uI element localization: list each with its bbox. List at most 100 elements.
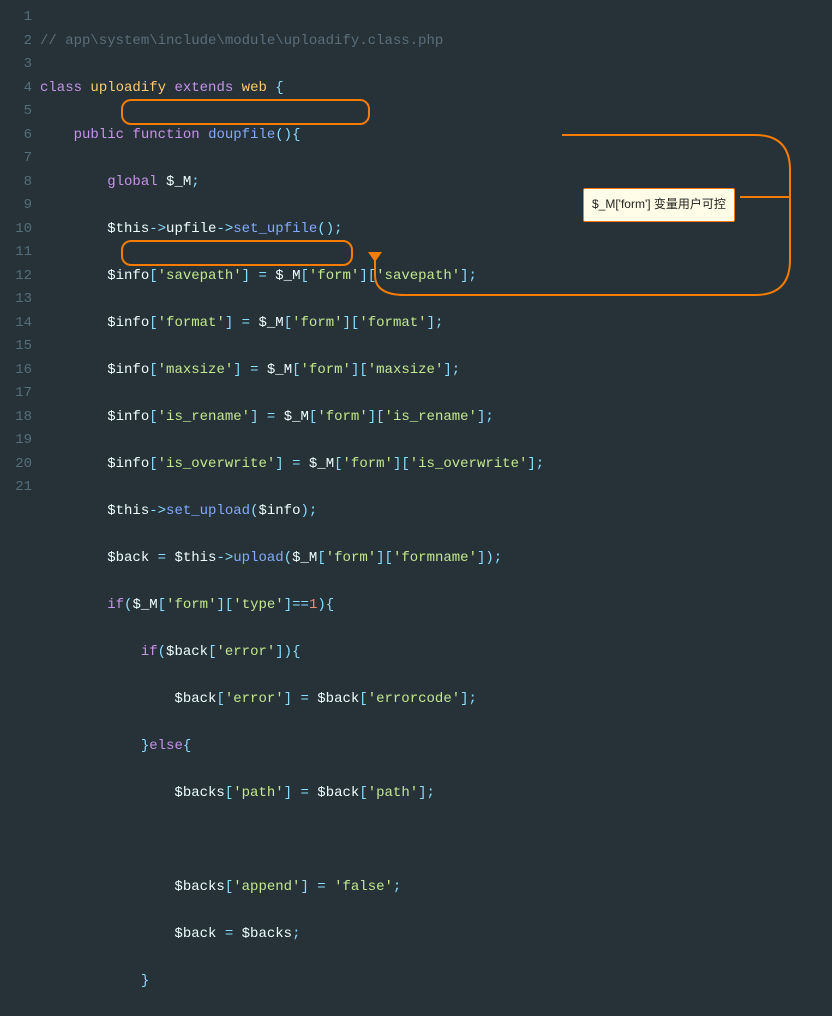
line-number: 21 xyxy=(0,476,32,500)
key: 'type' xyxy=(233,597,283,613)
key: 'savepath' xyxy=(158,268,242,284)
code-line: // app\system\include\module\uploadify.c… xyxy=(40,30,544,54)
comment: // app\system\include\module\uploadify.c… xyxy=(40,33,443,49)
function-name: doupfile xyxy=(208,127,275,143)
code-line: if($_M['form']['type']==1){ xyxy=(40,594,544,618)
code-line: $back = $this->upload($_M['form']['formn… xyxy=(40,547,544,571)
key: 'form' xyxy=(326,550,376,566)
var-this: $this xyxy=(174,550,216,566)
var-back: $back xyxy=(174,926,216,942)
key: 'path' xyxy=(368,785,418,801)
keyword-extends: extends xyxy=(174,80,233,96)
keyword-class: class xyxy=(40,80,82,96)
line-number: 11 xyxy=(0,241,32,265)
key: 'savepath' xyxy=(376,268,460,284)
call-set-upload: set_upload xyxy=(166,503,250,519)
keyword-else: else xyxy=(149,738,183,754)
var-back: $back xyxy=(107,550,149,566)
code-line: $back['error'] = $back['errorcode']; xyxy=(40,688,544,712)
var-this: $this xyxy=(107,221,149,237)
line-number: 7 xyxy=(0,147,32,171)
line-number: 6 xyxy=(0,124,32,148)
var-m: $_M xyxy=(284,409,309,425)
code-line: class uploadify extends web { xyxy=(40,77,544,101)
code-line: $info['savepath'] = $_M['form']['savepat… xyxy=(40,265,544,289)
var-m: $_M xyxy=(275,268,300,284)
code-line: } xyxy=(40,970,544,994)
var-this: $this xyxy=(107,503,149,519)
line-number: 15 xyxy=(0,335,32,359)
line-number: 19 xyxy=(0,429,32,453)
line-number-gutter: 1 2 3 4 5 6 7 8 9 10 11 12 13 14 15 16 1… xyxy=(0,6,40,1016)
key: 'maxsize' xyxy=(158,362,234,378)
key: 'format' xyxy=(359,315,426,331)
code-line: $info['is_overwrite'] = $_M['form']['is_… xyxy=(40,453,544,477)
var-info: $info xyxy=(107,362,149,378)
var-m: $_M xyxy=(292,550,317,566)
keyword-function: function xyxy=(132,127,199,143)
keyword-if: if xyxy=(107,597,124,613)
line-number: 3 xyxy=(0,53,32,77)
line-number: 5 xyxy=(0,100,32,124)
line-number: 9 xyxy=(0,194,32,218)
code-line: $backs['path'] = $back['path']; xyxy=(40,782,544,806)
line-number: 16 xyxy=(0,359,32,383)
call-set-upfile: set_upfile xyxy=(233,221,317,237)
code-line: $back = $backs; xyxy=(40,923,544,947)
line-number: 18 xyxy=(0,406,32,430)
keyword-public: public xyxy=(74,127,124,143)
annotation-text: $_M['form'] 变量用户可控 xyxy=(592,197,726,211)
key: 'is_rename' xyxy=(158,409,250,425)
var-backs: $backs xyxy=(174,879,224,895)
var-m: $_M xyxy=(132,597,157,613)
var-info: $info xyxy=(107,409,149,425)
var-info: $info xyxy=(258,503,300,519)
key: 'form' xyxy=(301,362,351,378)
line-number: 17 xyxy=(0,382,32,406)
prop-upfile: upfile xyxy=(166,221,216,237)
key: 'is_rename' xyxy=(385,409,477,425)
line-number: 20 xyxy=(0,453,32,477)
line-number: 12 xyxy=(0,265,32,289)
number-literal: 1 xyxy=(309,597,317,613)
var-m: $_M xyxy=(267,362,292,378)
code-line: if($back['error']){ xyxy=(40,641,544,665)
code-line: $this->upfile->set_upfile(); xyxy=(40,218,544,242)
code-line: public function doupfile(){ xyxy=(40,124,544,148)
key: 'form' xyxy=(309,268,359,284)
key: 'is_overwrite' xyxy=(410,456,528,472)
var-info: $info xyxy=(107,456,149,472)
var-m: $_M xyxy=(258,315,283,331)
line-number: 8 xyxy=(0,171,32,195)
line-number: 13 xyxy=(0,288,32,312)
key: 'error' xyxy=(225,691,284,707)
var-info: $info xyxy=(107,315,149,331)
var-back: $back xyxy=(174,691,216,707)
key: 'maxsize' xyxy=(368,362,444,378)
code-line: $info['maxsize'] = $_M['form']['maxsize'… xyxy=(40,359,544,383)
key: 'append' xyxy=(233,879,300,895)
class-name: uploadify xyxy=(90,80,166,96)
var-back: $back xyxy=(166,644,208,660)
code-editor: 1 2 3 4 5 6 7 8 9 10 11 12 13 14 15 16 1… xyxy=(0,0,832,1016)
key: 'path' xyxy=(233,785,283,801)
code-line: $this->set_upload($info); xyxy=(40,500,544,524)
code-line: }else{ xyxy=(40,735,544,759)
code-content: // app\system\include\module\uploadify.c… xyxy=(40,6,544,1016)
var-info: $info xyxy=(107,268,149,284)
line-number: 4 xyxy=(0,77,32,101)
code-line: $backs['append'] = 'false'; xyxy=(40,876,544,900)
key: 'error' xyxy=(216,644,275,660)
keyword-global: global xyxy=(107,174,157,190)
line-number: 14 xyxy=(0,312,32,336)
line-number: 10 xyxy=(0,218,32,242)
string-literal: 'false' xyxy=(334,879,393,895)
var-back: $back xyxy=(317,691,359,707)
key: 'is_overwrite' xyxy=(158,456,276,472)
key: 'form' xyxy=(292,315,342,331)
key: 'form' xyxy=(317,409,367,425)
line-number: 1 xyxy=(0,6,32,30)
code-line: $info['is_rename'] = $_M['form']['is_ren… xyxy=(40,406,544,430)
key: 'errorcode' xyxy=(368,691,460,707)
key: 'formname' xyxy=(393,550,477,566)
